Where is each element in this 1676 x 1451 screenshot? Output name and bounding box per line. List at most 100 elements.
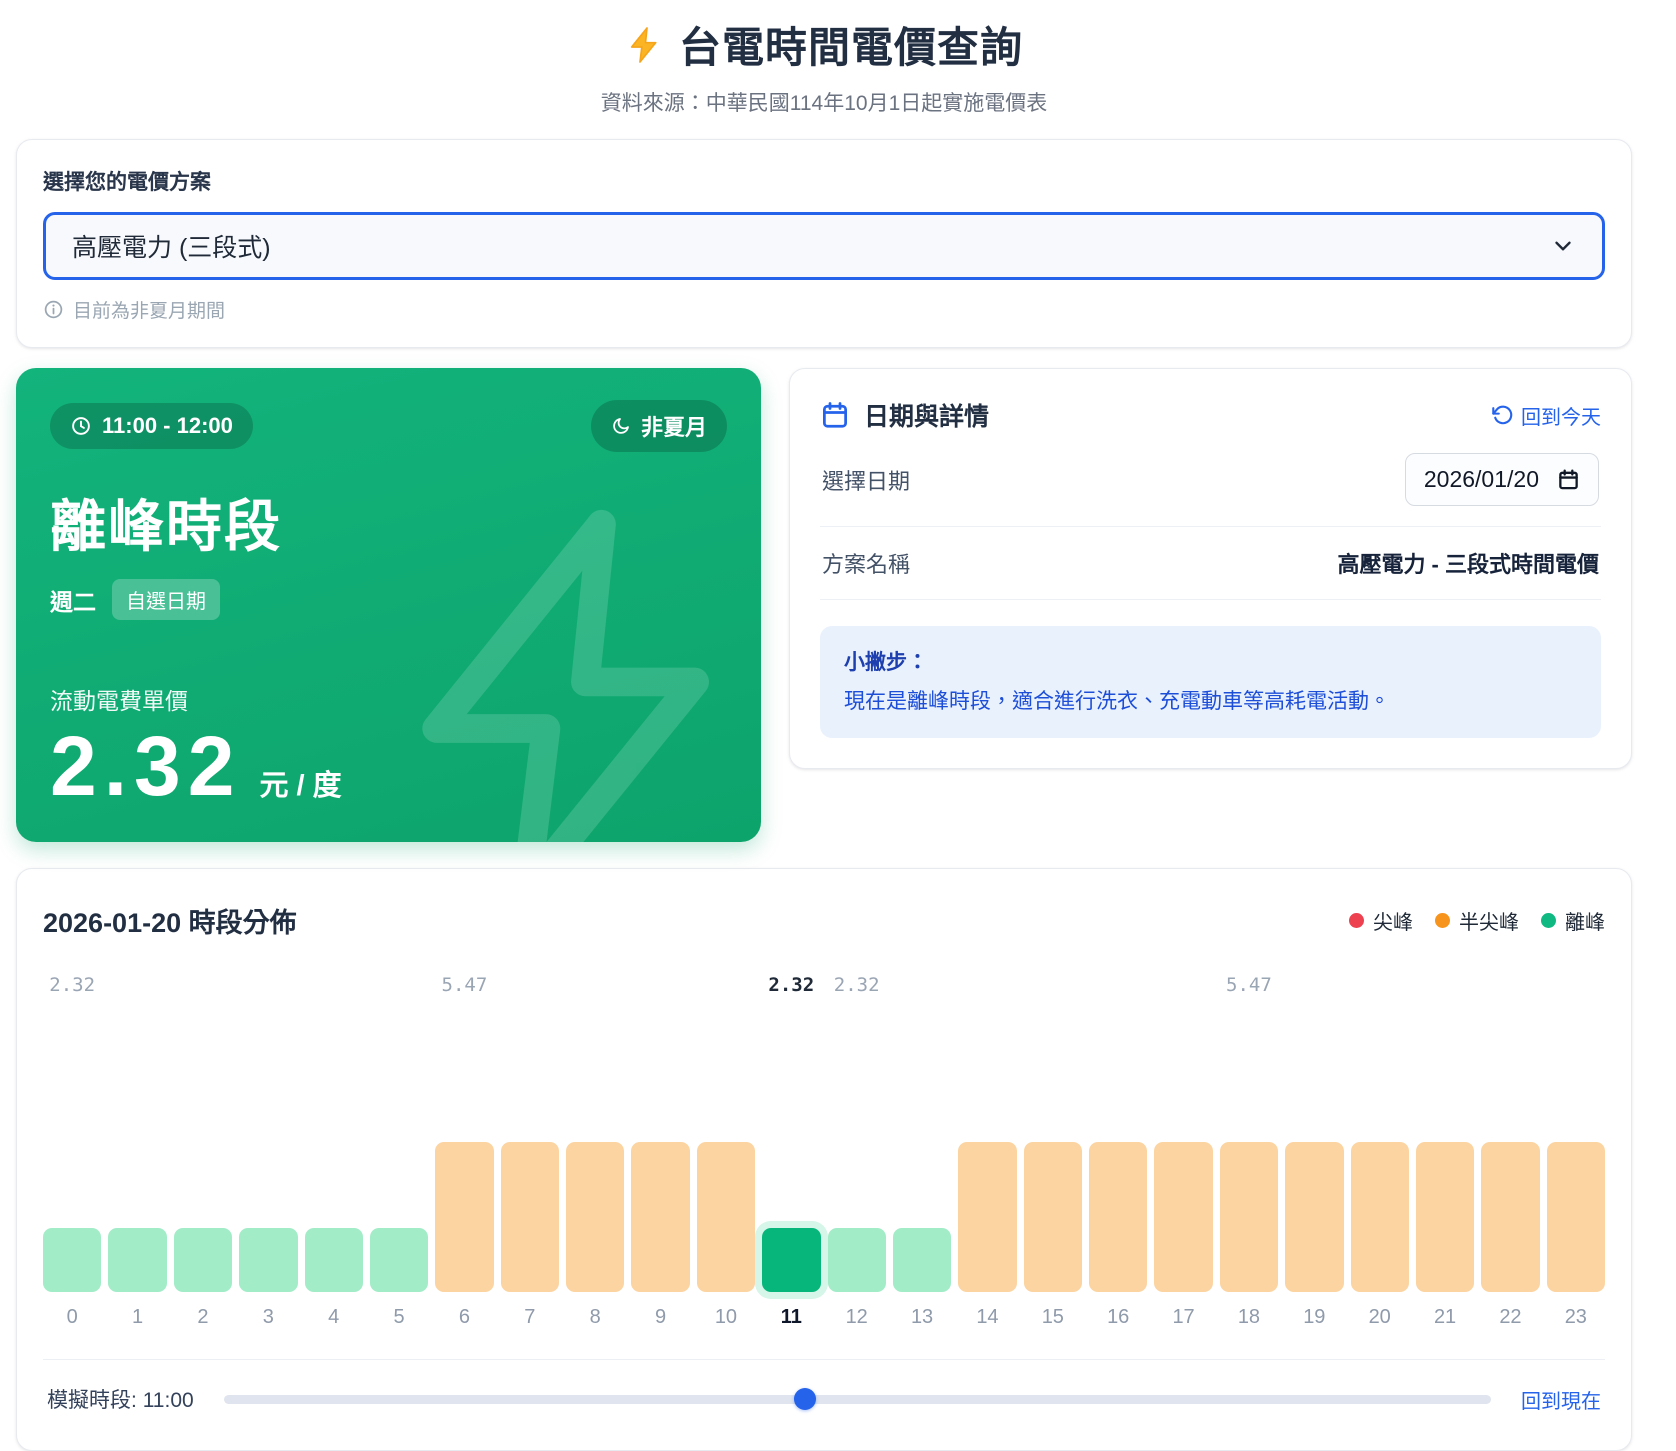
date-row-label: 選擇日期 [822, 464, 910, 496]
hour-label-11: 11 [762, 1306, 820, 1329]
bar-slot-hour-4 [305, 1228, 363, 1292]
legend-item: 離峰 [1541, 906, 1605, 935]
bar-slot-hour-1 [108, 1228, 166, 1292]
bar-slot-hour-13 [893, 1228, 951, 1292]
bar-hour-19 [1285, 1142, 1343, 1292]
moon-icon [611, 416, 631, 436]
tip-box: 小撇步： 現在是離峰時段，適合進行洗衣、充電動車等高耗電活動。 [820, 626, 1601, 738]
hour-label-0: 0 [43, 1306, 101, 1329]
time-range-badge: 11:00 - 12:00 [50, 403, 253, 449]
bar-slot-hour-5 [370, 1228, 428, 1292]
value-label-slot [1285, 974, 1343, 998]
plan-name-label: 方案名稱 [822, 547, 910, 579]
back-to-now-link[interactable]: 回到現在 [1521, 1385, 1601, 1414]
chevron-down-icon [1550, 233, 1576, 259]
weekday-text: 週二 [50, 583, 96, 617]
value-label-slot [1089, 974, 1147, 998]
value-label-slot: 5.47 [1220, 974, 1278, 998]
slider-label: 模擬時段: 11:00 [47, 1384, 194, 1414]
value-label-slot [1481, 974, 1539, 998]
bar-value-label: 2.32 [49, 974, 95, 996]
hour-label-5: 5 [370, 1306, 428, 1329]
slider-track[interactable] [224, 1395, 1491, 1404]
bar-hour-7 [501, 1142, 559, 1292]
date-mode-badge: 自選日期 [112, 579, 220, 620]
calendar-icon [820, 400, 850, 430]
bar-slot-hour-18 [1220, 1142, 1278, 1292]
bar-slot-hour-8 [566, 1142, 624, 1292]
hour-label-7: 7 [501, 1306, 559, 1329]
bar-hour-1 [108, 1228, 166, 1292]
hour-label-19: 19 [1285, 1306, 1343, 1329]
value-label-slot [1351, 974, 1409, 998]
season-info-text: 目前為非夏月期間 [73, 296, 225, 323]
tip-title: 小撇步： [844, 646, 1577, 676]
legend-label: 離峰 [1565, 906, 1605, 935]
hour-label-8: 8 [566, 1306, 624, 1329]
bar-hour-23 [1547, 1142, 1605, 1292]
time-slider[interactable] [224, 1388, 1491, 1410]
hour-label-6: 6 [435, 1306, 493, 1329]
legend-label: 尖峰 [1373, 906, 1413, 935]
bar-hour-15 [1024, 1142, 1082, 1292]
bar-hour-6 [435, 1142, 493, 1292]
bar-hour-0 [43, 1228, 101, 1292]
back-to-today-link[interactable]: 回到今天 [1491, 401, 1601, 430]
bar-slot-hour-11 [762, 1228, 820, 1292]
date-input-value: 2026/01/20 [1424, 466, 1539, 493]
bar-hour-20 [1351, 1142, 1409, 1292]
date-input[interactable]: 2026/01/20 [1405, 453, 1599, 506]
bar-slot-hour-23 [1547, 1142, 1605, 1292]
value-label-slot [239, 974, 297, 998]
bar-slot-hour-2 [174, 1228, 232, 1292]
slider-thumb[interactable] [794, 1388, 816, 1410]
page: 台電時間電價查詢 資料來源：中華民國114年10月1日起實施電價表 選擇您的電價… [16, 0, 1632, 1451]
bar-slot-hour-0 [43, 1228, 101, 1292]
value-label-slot [108, 974, 166, 998]
info-icon [43, 299, 64, 320]
current-period-card: 11:00 - 12:00 非夏月 離峰時段 週二 自選日期 流動電費單價 2.… [16, 368, 761, 842]
value-label-slot: 2.32 [43, 974, 101, 998]
plan-select-value: 高壓電力 (三段式) [72, 228, 271, 264]
undo-icon [1491, 404, 1513, 426]
hour-label-9: 9 [631, 1306, 689, 1329]
bar-slot-hour-10 [697, 1142, 755, 1292]
bar-hour-8 [566, 1142, 624, 1292]
hour-label-10: 10 [697, 1306, 755, 1329]
chart-title: 2026-01-20 時段分佈 [43, 901, 297, 940]
value-label-slot: 5.47 [435, 974, 493, 998]
value-label-slot [958, 974, 1016, 998]
bar-hour-2 [174, 1228, 232, 1292]
bar-hour-10 [697, 1142, 755, 1292]
bar-slot-hour-9 [631, 1142, 689, 1292]
hour-label-15: 15 [1024, 1306, 1082, 1329]
legend-dot-icon [1349, 913, 1364, 928]
hour-label-23: 23 [1547, 1306, 1605, 1329]
time-slider-row: 模擬時段: 11:00 回到現在 [43, 1359, 1605, 1428]
hour-label-17: 17 [1154, 1306, 1212, 1329]
period-name: 離峰時段 [50, 482, 727, 563]
bar-slot-hour-3 [239, 1228, 297, 1292]
legend-dot-icon [1435, 913, 1450, 928]
value-label-slot [1154, 974, 1212, 998]
hour-label-4: 4 [305, 1306, 363, 1329]
value-label-slot [501, 974, 559, 998]
bar-value-label: 2.32 [768, 974, 814, 996]
plan-name-row: 方案名稱 高壓電力 - 三段式時間電價 [820, 527, 1601, 600]
value-label-slot [566, 974, 624, 998]
hour-label-21: 21 [1416, 1306, 1474, 1329]
page-subtitle: 資料來源：中華民國114年10月1日起實施電價表 [16, 87, 1632, 117]
bar-hour-17 [1154, 1142, 1212, 1292]
bar-value-label: 2.32 [834, 974, 880, 996]
date-details-card: 日期與詳情 回到今天 選擇日期 2026/01/20 [789, 368, 1632, 769]
bar-value-label: 5.47 [1226, 974, 1272, 996]
legend-item: 半尖峰 [1435, 906, 1519, 935]
hour-label-16: 16 [1089, 1306, 1147, 1329]
bar-hour-16 [1089, 1142, 1147, 1292]
date-row: 選擇日期 2026/01/20 [820, 433, 1601, 527]
bar-slot-hour-19 [1285, 1142, 1343, 1292]
value-label-slot [1024, 974, 1082, 998]
bar-hour-9 [631, 1142, 689, 1292]
plan-select[interactable]: 高壓電力 (三段式) [43, 212, 1605, 280]
bar-hour-14 [958, 1142, 1016, 1292]
